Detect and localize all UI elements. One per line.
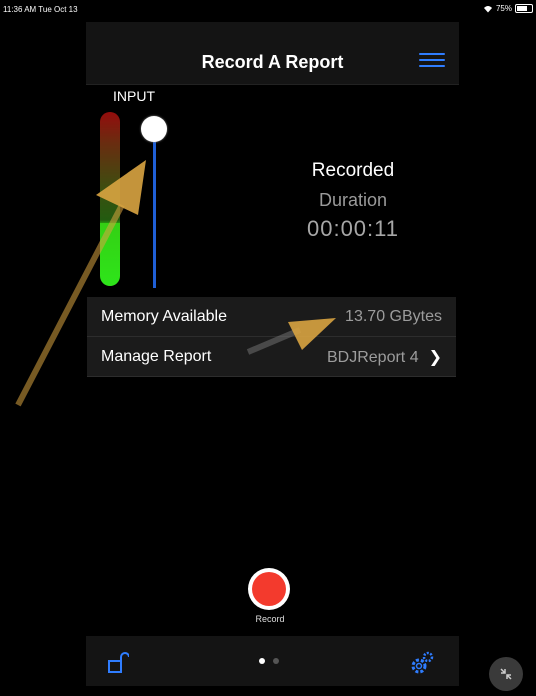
manage-report-label: Manage Report: [101, 347, 212, 365]
page-indicator: [259, 658, 279, 664]
gear-icon[interactable]: [409, 650, 435, 676]
record-button[interactable]: [248, 568, 290, 610]
input-level-meter: [100, 112, 120, 286]
input-gain-slider-thumb[interactable]: [141, 116, 167, 142]
battery-icon: [515, 4, 533, 13]
manage-report-value: BDJReport 4: [327, 348, 419, 366]
record-label: Record: [255, 614, 285, 624]
memory-value: 13.70 GBytes: [345, 307, 442, 325]
status-indicators: 75%: [483, 4, 533, 13]
lock-icon[interactable]: [107, 652, 129, 674]
menu-icon[interactable]: [419, 53, 445, 71]
header: Record A Report: [86, 22, 459, 85]
chevron-right-icon: ❯: [428, 348, 442, 366]
bottom-bar: [86, 636, 459, 686]
status-bar: 11:36 AM Tue Oct 13 75%: [0, 0, 536, 18]
recorded-title: Recorded: [311, 160, 395, 181]
duration-label: Duration: [318, 190, 388, 210]
input-gain-slider-track[interactable]: [153, 130, 156, 288]
status-time: 11:36 AM Tue Oct 13: [3, 5, 78, 14]
page-dot-2: [273, 658, 279, 664]
wifi-icon: [483, 5, 492, 12]
memory-label: Memory Available: [101, 307, 227, 325]
page-title: Record A Report: [201, 52, 344, 72]
recorded-info: Recorded Duration 00:00:11: [270, 160, 436, 242]
duration-value: 00:00:11: [306, 216, 399, 241]
collapse-icon[interactable]: [489, 657, 523, 691]
page-dot-1: [259, 658, 265, 664]
memory-row: Memory Available 13.70 GBytes: [87, 297, 456, 337]
manage-report-row[interactable]: Manage Report BDJReport 4 ❯: [87, 337, 456, 377]
input-label: INPUT: [113, 88, 155, 104]
info-list: Memory Available 13.70 GBytes Manage Rep…: [87, 297, 456, 377]
battery-percent: 75%: [495, 4, 512, 13]
